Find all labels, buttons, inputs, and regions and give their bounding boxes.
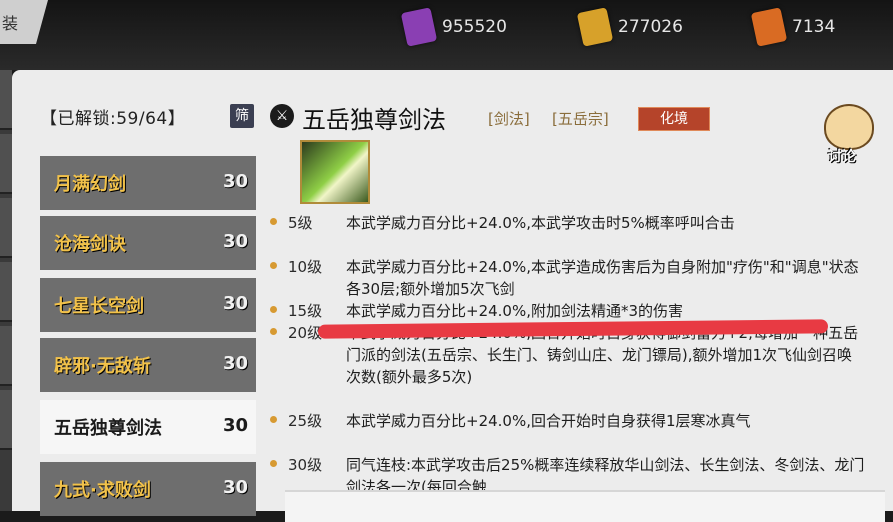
skill-level: 30 bbox=[222, 415, 248, 436]
bullet-icon bbox=[270, 262, 277, 269]
dog-mascot-icon bbox=[824, 104, 874, 150]
side-tab[interactable] bbox=[0, 390, 12, 450]
side-tab[interactable] bbox=[0, 198, 12, 258]
side-tab-strip bbox=[0, 70, 12, 511]
sword-skill-icon bbox=[300, 140, 370, 204]
effect-level: 25级 bbox=[288, 412, 323, 430]
skill-level: 30 bbox=[222, 353, 248, 374]
effect-level: 15级 bbox=[288, 302, 323, 320]
skill-list-item[interactable]: 九式·求败剑 30 bbox=[40, 462, 256, 516]
skill-name: 沧海剑诀 bbox=[54, 234, 126, 255]
discuss-label: 讨论 bbox=[828, 149, 856, 165]
skill-type-tag: [剑法] bbox=[488, 110, 530, 128]
purple-scroll-icon bbox=[400, 7, 438, 47]
effect-desc: 本武学威力百分比+24.0%,本武学攻击时5%概率呼叫合击 bbox=[346, 214, 735, 232]
skill-name: 九式·求败剑 bbox=[54, 480, 151, 501]
currency-value: 7134 bbox=[792, 17, 836, 37]
skill-title: 五岳独尊剑法 bbox=[302, 106, 446, 134]
filter-button[interactable]: 筛 bbox=[230, 104, 254, 128]
skill-level: 30 bbox=[222, 231, 248, 252]
effect-level: 20级 bbox=[288, 324, 323, 342]
top-bar: 装 955520 277026 7134 bbox=[0, 0, 893, 70]
skill-level: 30 bbox=[222, 477, 248, 498]
skill-name: 月满幻剑 bbox=[54, 174, 126, 195]
effect-desc: 本武学威力百分比+24.0%,附加剑法精通*3的伤害 bbox=[346, 302, 684, 320]
bullet-icon bbox=[270, 328, 277, 335]
currency-fire: 7134 bbox=[750, 7, 836, 47]
side-tab[interactable] bbox=[0, 326, 12, 386]
skill-name: 辟邪·无敌斩 bbox=[54, 356, 151, 377]
bullet-icon bbox=[270, 416, 277, 423]
skill-list-item-selected[interactable]: 五岳独尊剑法 30 bbox=[40, 400, 256, 454]
currency-value: 277026 bbox=[618, 17, 683, 37]
effect-level: 10级 bbox=[288, 258, 323, 276]
skill-school-tag: [五岳宗] bbox=[552, 110, 609, 128]
skill-list-item[interactable]: 月满幻剑 30 bbox=[40, 156, 256, 210]
skill-list: 月满幻剑 30 沧海剑诀 30 七星长空剑 30 辟邪·无敌斩 30 五岳独尊剑… bbox=[40, 150, 256, 516]
effect-level: 30级 bbox=[288, 456, 323, 474]
side-tab[interactable] bbox=[0, 134, 12, 194]
back-tab-label: 装 bbox=[2, 14, 19, 33]
skill-level: 30 bbox=[222, 171, 248, 192]
back-tab[interactable]: 装 bbox=[0, 0, 48, 44]
bullet-icon bbox=[270, 306, 277, 313]
effect-desc: 本武学威力百分比+24.0%,回合开始时自身获得1层寒冰真气 bbox=[346, 412, 751, 430]
side-tab[interactable] bbox=[0, 70, 12, 130]
skill-list-item[interactable]: 沧海剑诀 30 bbox=[40, 216, 256, 270]
currency-value: 955520 bbox=[442, 17, 507, 37]
tier-badge: 化境 bbox=[638, 107, 710, 131]
unlock-count: 【已解锁:59/64】 bbox=[40, 109, 186, 129]
bottom-info-box bbox=[285, 490, 885, 522]
skill-name: 五岳独尊剑法 bbox=[54, 418, 162, 439]
currency-purple: 955520 bbox=[400, 7, 507, 47]
effect-level: 5级 bbox=[288, 214, 313, 232]
skill-name: 七星长空剑 bbox=[54, 296, 144, 317]
fire-scroll-icon bbox=[750, 7, 788, 47]
side-tab[interactable] bbox=[0, 262, 12, 322]
bullet-icon bbox=[270, 218, 277, 225]
skill-level: 30 bbox=[222, 293, 248, 314]
gold-scroll-icon bbox=[576, 7, 614, 47]
skill-list-item[interactable]: 辟邪·无敌斩 30 bbox=[40, 338, 256, 392]
currency-gold: 277026 bbox=[576, 7, 683, 47]
bullet-icon bbox=[270, 460, 277, 467]
sword-style-icon: ⚔ bbox=[270, 104, 294, 128]
skill-list-item[interactable]: 七星长空剑 30 bbox=[40, 278, 256, 332]
discuss-button[interactable]: 讨论 bbox=[818, 100, 880, 166]
effect-desc: 本武学威力百分比+24.0%,本武学造成伤害后为自身附加"疗伤"和"调息"状态各… bbox=[346, 258, 859, 298]
